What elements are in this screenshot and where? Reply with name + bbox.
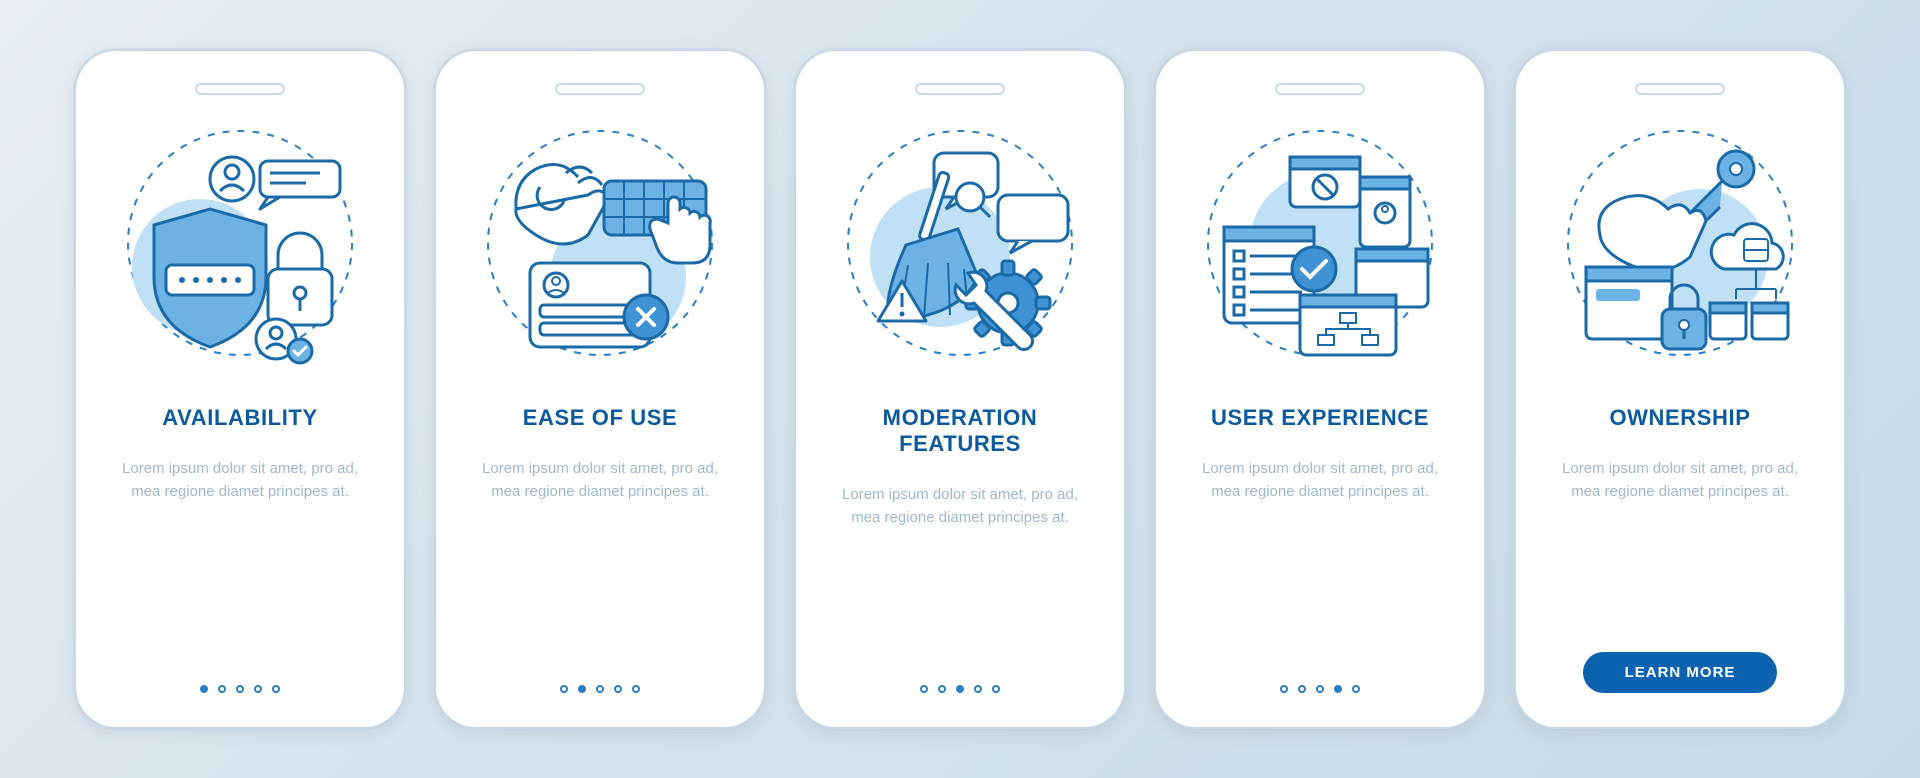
dot-5[interactable] xyxy=(272,685,280,693)
dot-4[interactable] xyxy=(614,685,622,693)
screen-description: Lorem ipsum dolor sit amet, pro ad, mea … xyxy=(470,457,730,504)
screen-title: OWNERSHIP xyxy=(1609,405,1750,431)
dot-3[interactable] xyxy=(236,685,244,693)
broom-gear-chat-icon xyxy=(830,117,1090,369)
dot-5[interactable] xyxy=(632,685,640,693)
onboarding-stage: AVAILABILITY Lorem ipsum dolor sit amet,… xyxy=(24,49,1896,729)
dot-1[interactable] xyxy=(560,685,568,693)
page-dots xyxy=(1280,685,1360,693)
phone-ownership: OWNERSHIP Lorem ipsum dolor sit amet, pr… xyxy=(1514,49,1846,729)
dot-1[interactable] xyxy=(920,685,928,693)
key-hand-cloud-lock-icon xyxy=(1550,117,1810,369)
dot-4[interactable] xyxy=(974,685,982,693)
phone-notch xyxy=(1275,83,1365,95)
dot-1[interactable] xyxy=(1280,685,1288,693)
screen-description: Lorem ipsum dolor sit amet, pro ad, mea … xyxy=(110,457,370,504)
dot-5[interactable] xyxy=(1352,685,1360,693)
phone-notch xyxy=(1635,83,1725,95)
dot-3[interactable] xyxy=(596,685,604,693)
screen-title: AVAILABILITY xyxy=(162,405,318,431)
phone-notch xyxy=(195,83,285,95)
dot-1[interactable] xyxy=(200,685,208,693)
dot-3[interactable] xyxy=(956,685,964,693)
phone-notch xyxy=(915,83,1005,95)
phone-notch xyxy=(555,83,645,95)
screen-title: EASE OF USE xyxy=(523,405,678,431)
page-dots xyxy=(200,685,280,693)
phone-user-experience: .rect {} USER EXPERIENCE Lorem ipsum dol… xyxy=(1154,49,1486,729)
phone-availability: AVAILABILITY Lorem ipsum dolor sit amet,… xyxy=(74,49,406,729)
learn-more-button[interactable]: LEARN MORE xyxy=(1583,652,1778,693)
page-dots xyxy=(560,685,640,693)
phone-moderation-features: MODERATION FEATURES Lorem ipsum dolor si… xyxy=(794,49,1126,729)
dot-2[interactable] xyxy=(938,685,946,693)
dot-2[interactable] xyxy=(578,685,586,693)
dot-4[interactable] xyxy=(254,685,262,693)
dot-3[interactable] xyxy=(1316,685,1324,693)
screen-description: Lorem ipsum dolor sit amet, pro ad, mea … xyxy=(830,483,1090,530)
page-dots xyxy=(920,685,1000,693)
dot-2[interactable] xyxy=(1298,685,1306,693)
windows-check-flow-icon: .rect {} xyxy=(1190,117,1450,369)
phone-ease-of-use: EASE OF USE Lorem ipsum dolor sit amet, … xyxy=(434,49,766,729)
dot-5[interactable] xyxy=(992,685,1000,693)
screen-description: Lorem ipsum dolor sit amet, pro ad, mea … xyxy=(1190,457,1450,504)
dot-4[interactable] xyxy=(1334,685,1342,693)
screen-title: MODERATION FEATURES xyxy=(822,405,1098,457)
dot-2[interactable] xyxy=(218,685,226,693)
hand-ok-keyboard-icon xyxy=(470,117,730,369)
screen-title: USER EXPERIENCE xyxy=(1211,405,1429,431)
shield-lock-user-icon xyxy=(110,117,370,369)
screen-description: Lorem ipsum dolor sit amet, pro ad, mea … xyxy=(1550,457,1810,504)
